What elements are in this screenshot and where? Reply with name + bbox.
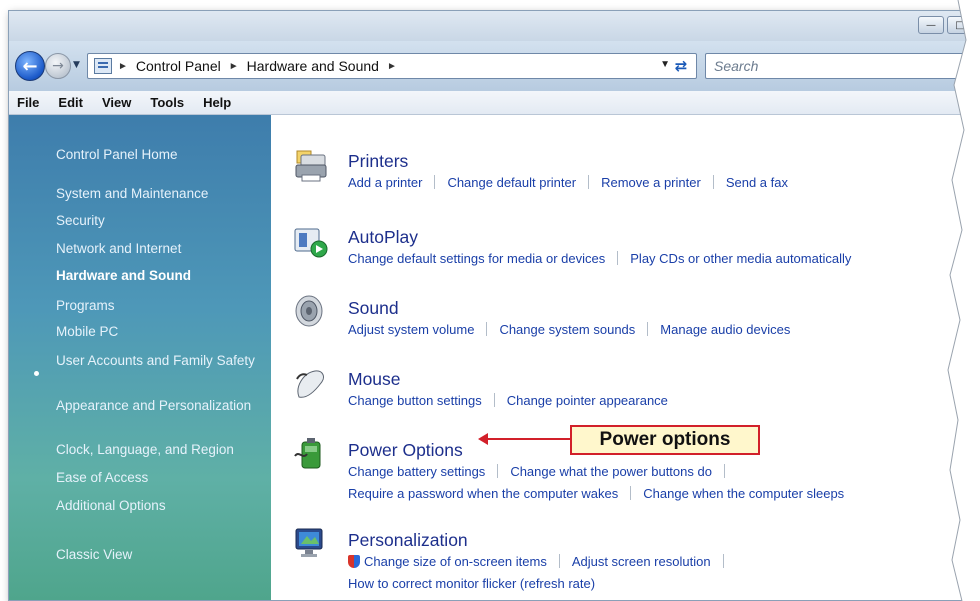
change-button-settings-link[interactable]: Change button settings xyxy=(348,393,482,408)
adjust-system-volume-link[interactable]: Adjust system volume xyxy=(348,322,474,337)
speaker-icon xyxy=(295,295,323,327)
separator xyxy=(712,175,714,189)
separator xyxy=(588,175,590,189)
menu-help[interactable]: Help xyxy=(203,95,231,110)
sidebar-item-additional-options[interactable]: Additional Options xyxy=(56,498,266,514)
separator xyxy=(434,175,436,189)
monitor-icon xyxy=(295,528,323,557)
sidebar: Control Panel Home System and Maintenanc… xyxy=(9,115,271,600)
mouse-title[interactable]: Mouse xyxy=(348,369,401,390)
separator xyxy=(723,464,725,478)
control-panel-icon xyxy=(94,58,112,74)
navigation-bar: ← → ▼ ► Control Panel ► Hardware and Sou… xyxy=(9,41,979,91)
sidebar-item-user-accounts[interactable]: User Accounts and Family Safety xyxy=(56,353,266,369)
menu-bar: File Edit View Tools Help xyxy=(9,91,979,115)
sidebar-item-security[interactable]: Security xyxy=(56,213,266,229)
menu-view[interactable]: View xyxy=(102,95,131,110)
separator xyxy=(497,464,499,478)
autoplay-links: Change default settings for media or dev… xyxy=(348,251,851,266)
personalization-links-row2: How to correct monitor flicker (refresh … xyxy=(348,576,595,591)
manage-audio-devices-link[interactable]: Manage audio devices xyxy=(660,322,790,337)
mouse-links: Change button settings Change pointer app… xyxy=(348,393,668,408)
forward-arrow-icon: → xyxy=(52,58,64,74)
search-input[interactable]: Search xyxy=(705,53,979,79)
change-default-media-settings-link[interactable]: Change default settings for media or dev… xyxy=(348,251,605,266)
personalization-title[interactable]: Personalization xyxy=(348,530,468,551)
sidebar-item-network-and-internet[interactable]: Network and Internet xyxy=(56,241,266,257)
separator xyxy=(493,393,495,407)
power-options-title[interactable]: Power Options xyxy=(348,440,463,461)
breadcrumb-control-panel[interactable]: Control Panel xyxy=(136,58,221,74)
search-placeholder: Search xyxy=(714,58,759,74)
printers-links: Add a printer Change default printer Remov… xyxy=(348,175,788,190)
torn-edge xyxy=(947,0,980,601)
separator xyxy=(722,554,724,568)
battery-icon xyxy=(294,438,321,469)
active-bullet-icon xyxy=(34,371,39,376)
autoplay-title[interactable]: AutoPlay xyxy=(348,227,418,248)
adjust-screen-resolution-link[interactable]: Adjust screen resolution xyxy=(572,554,711,569)
correct-monitor-flicker-link[interactable]: How to correct monitor flicker (refresh … xyxy=(348,576,595,591)
title-bar: — □ xyxy=(9,11,979,41)
change-power-buttons-link[interactable]: Change what the power buttons do xyxy=(510,464,712,479)
chevron-right-icon[interactable]: ► xyxy=(229,61,239,72)
callout-label: Power options xyxy=(570,425,760,455)
address-bar[interactable]: ► Control Panel ► Hardware and Sound ► ▼ xyxy=(87,53,697,79)
change-sleep-timing-link[interactable]: Change when the computer sleeps xyxy=(643,486,844,501)
printers-title[interactable]: Printers xyxy=(348,151,408,172)
recent-pages-dropdown[interactable]: ▼ xyxy=(73,60,80,70)
refresh-button[interactable]: ⇄ xyxy=(665,53,697,79)
change-screen-item-size-link[interactable]: Change size of on-screen items xyxy=(364,554,547,569)
remove-printer-link[interactable]: Remove a printer xyxy=(601,175,701,190)
autoplay-icon xyxy=(294,228,328,258)
sound-links: Adjust system volume Change system sounds… xyxy=(348,322,790,337)
printer-icon xyxy=(295,150,327,182)
power-options-links: Change battery settings Change what the p… xyxy=(348,464,737,479)
callout-line xyxy=(484,438,570,440)
separator xyxy=(558,554,560,568)
sidebar-item-programs[interactable]: Programs xyxy=(56,298,266,314)
separator xyxy=(630,486,632,500)
chevron-right-icon[interactable]: ► xyxy=(118,61,128,72)
change-default-printer-link[interactable]: Change default printer xyxy=(447,175,576,190)
change-pointer-appearance-link[interactable]: Change pointer appearance xyxy=(507,393,668,408)
add-printer-link[interactable]: Add a printer xyxy=(348,175,422,190)
sidebar-item-ease-of-access[interactable]: Ease of Access xyxy=(56,470,266,486)
shield-icon xyxy=(348,555,360,568)
change-system-sounds-link[interactable]: Change system sounds xyxy=(499,322,635,337)
sidebar-item-classic-view[interactable]: Classic View xyxy=(56,547,266,563)
sidebar-item-clock-language-region[interactable]: Clock, Language, and Region xyxy=(56,442,266,458)
menu-edit[interactable]: Edit xyxy=(58,95,83,110)
separator xyxy=(647,322,649,336)
menu-file[interactable]: File xyxy=(17,95,39,110)
menu-tools[interactable]: Tools xyxy=(150,95,184,110)
back-arrow-icon: ← xyxy=(22,55,38,77)
change-battery-settings-link[interactable]: Change battery settings xyxy=(348,464,485,479)
sidebar-item-system-and-maintenance[interactable]: System and Maintenance xyxy=(56,186,266,202)
sidebar-item-hardware-and-sound[interactable]: Hardware and Sound xyxy=(56,268,266,284)
control-panel-window: — □ ← → ▼ ► Control Panel ► Hardware and… xyxy=(8,10,980,601)
sidebar-item-control-panel-home[interactable]: Control Panel Home xyxy=(56,147,266,163)
require-password-on-wake-link[interactable]: Require a password when the computer wak… xyxy=(348,486,618,501)
mouse-icon xyxy=(296,370,324,398)
sound-title[interactable]: Sound xyxy=(348,298,399,319)
personalization-links: Change size of on-screen items Adjust scr… xyxy=(348,554,736,569)
back-button[interactable]: ← xyxy=(15,51,45,81)
chevron-right-icon[interactable]: ► xyxy=(387,61,397,72)
forward-button[interactable]: → xyxy=(45,53,71,79)
play-cds-automatically-link[interactable]: Play CDs or other media automatically xyxy=(630,251,851,266)
refresh-icon: ⇄ xyxy=(674,57,688,75)
send-fax-link[interactable]: Send a fax xyxy=(726,175,788,190)
separator xyxy=(617,251,619,265)
power-options-links-row2: Require a password when the computer wak… xyxy=(348,486,844,501)
breadcrumb-hardware-and-sound[interactable]: Hardware and Sound xyxy=(247,58,379,74)
minimize-button[interactable]: — xyxy=(918,16,944,34)
separator xyxy=(486,322,488,336)
sidebar-item-appearance[interactable]: Appearance and Personalization xyxy=(56,398,266,414)
sidebar-item-mobile-pc[interactable]: Mobile PC xyxy=(56,324,266,340)
main-content: Printers Add a printer Change default pri… xyxy=(271,115,979,600)
